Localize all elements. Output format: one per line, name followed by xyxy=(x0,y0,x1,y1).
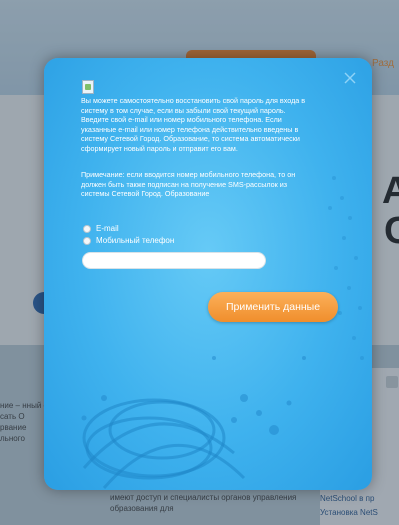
contact-input[interactable] xyxy=(82,252,266,269)
radio-button-email[interactable] xyxy=(83,224,91,233)
radio-label-phone: Мобильный телефон xyxy=(96,236,175,245)
apply-button[interactable]: Применить данные xyxy=(208,292,338,322)
recovery-description: Вы можете самостоятельно восстановить св… xyxy=(81,96,306,153)
radio-option-email[interactable]: E-mail xyxy=(83,224,119,233)
radio-option-phone[interactable]: Мобильный телефон xyxy=(83,236,174,245)
broken-image-icon xyxy=(82,80,94,94)
password-recovery-modal: Вы можете самостоятельно восстановить св… xyxy=(44,58,372,490)
close-icon xyxy=(344,72,356,84)
close-button[interactable] xyxy=(342,70,358,86)
radio-label-email: E-mail xyxy=(96,224,119,233)
radio-button-phone[interactable] xyxy=(83,236,91,245)
recovery-note: Примечание: если вводится номер мобильно… xyxy=(81,170,296,199)
